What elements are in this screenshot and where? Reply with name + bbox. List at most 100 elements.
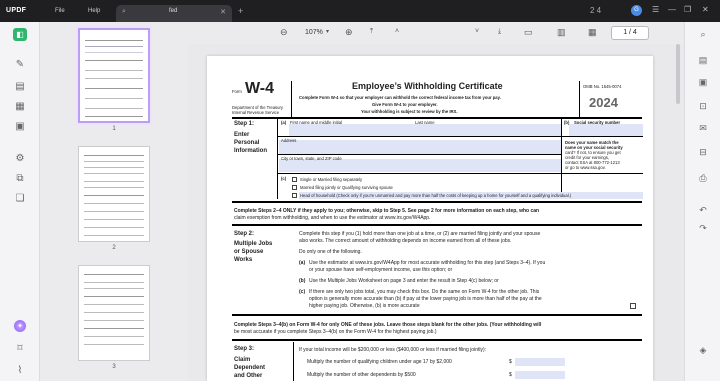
step2-option-a: or your spouse have self-employment inco… [309, 267, 453, 273]
page-icon[interactable]: ▣ [13, 120, 27, 133]
option-letter: (b) [299, 278, 306, 284]
minimize-icon[interactable]: — [668, 5, 676, 14]
ai-assistant-icon[interactable]: ✦ [14, 320, 26, 332]
step3-children-line: Multiply the number of qualifying childr… [307, 359, 452, 365]
step2-option-c: option is generally more accurate than (… [309, 296, 542, 302]
filing-single-label: Single or Married filing separately [300, 177, 363, 182]
last-name-field[interactable] [413, 124, 561, 136]
first-name-field[interactable] [289, 124, 413, 136]
head-of-household-checkbox[interactable] [292, 193, 297, 198]
children-amount-field[interactable] [515, 358, 565, 366]
ssn-field[interactable] [569, 124, 643, 136]
zoom-out-icon[interactable]: ⊖ [280, 27, 288, 38]
crop-icon[interactable]: ⧉ [13, 172, 27, 185]
step1-label: Step 1: [234, 121, 255, 127]
layers-icon[interactable]: ❏ [13, 192, 27, 205]
print-icon[interactable]: ⎙ [696, 172, 710, 185]
attachment-icon[interactable]: ⌇ [13, 364, 27, 377]
page-view-icon[interactable]: ▥ [557, 27, 566, 38]
bookmark-icon[interactable]: ⌑ [13, 342, 27, 355]
present-icon[interactable]: ▭ [524, 27, 533, 38]
option-letter: (c) [299, 289, 306, 295]
address-field[interactable] [279, 140, 561, 154]
zoom-level[interactable]: 107% [305, 29, 323, 36]
step2-option-a: Use the estimator at www.irs.gov/W4App f… [309, 260, 546, 266]
field-letter: (b) [564, 120, 570, 125]
two-jobs-checkbox[interactable] [630, 303, 636, 309]
option-letter: (a) [299, 260, 306, 266]
convert-icon[interactable]: ▤ [696, 54, 710, 67]
page-number-input[interactable]: 1 / 4 [611, 26, 649, 40]
chat-ai-icon[interactable]: ◈ [696, 344, 710, 357]
filing-married-label: Married filing jointly or Qualifying sur… [300, 185, 393, 190]
filing-hoh-label: Head of household (Check only if you’re … [300, 193, 572, 198]
next-page-icon[interactable]: ˅ [475, 28, 479, 35]
thumbnail-number: 2 [112, 245, 116, 251]
first-page-icon[interactable]: ⤒ [370, 28, 373, 36]
step2-option-c: higher paying job. Otherwise, (b) is mor… [309, 303, 420, 309]
step1-name: Enter [234, 132, 250, 138]
step3-dependents-line: Multiply the number of other dependents … [307, 372, 416, 378]
ocr-icon[interactable]: ▣ [696, 76, 710, 89]
page-thumbnail-2[interactable] [78, 146, 150, 242]
steps34-instruction: be most accurate if you complete Steps 3… [234, 329, 437, 335]
document-tab[interactable]: ⌕ fed ✕ [116, 5, 232, 22]
form-subtitle: Complete Form W-4 so that your employer … [299, 95, 501, 100]
field-letter: (a) [281, 120, 287, 125]
form-subtitle: Your withholding is subject to review by… [361, 109, 458, 114]
search-icon: ⌕ [122, 8, 126, 15]
zoom-in-icon[interactable]: ⊕ [345, 27, 353, 38]
first-name-label: First name and middle initial [290, 120, 343, 125]
home-icon[interactable]: ◧ [13, 28, 27, 41]
step3-text: If your total income will be $200,000 or… [299, 347, 487, 353]
document-page: Form W-4 Department of the Treasury Inte… [207, 56, 653, 381]
protect-icon[interactable]: ⊡ [696, 100, 710, 113]
form-icon[interactable]: ▦ [13, 100, 27, 113]
step2-name: or Spouse [234, 249, 264, 255]
tax-year: 2024 [589, 95, 618, 110]
tools-icon[interactable]: ⚙ [13, 152, 27, 165]
last-page-icon[interactable]: ⤓ [498, 28, 501, 36]
form-subtitle: Give Form W-4 to your employer. [372, 102, 438, 107]
zoom-dropdown-icon[interactable]: ▾ [326, 28, 329, 35]
field-letter: (c) [281, 176, 287, 181]
avatar[interactable]: G [631, 5, 642, 16]
step2-label: Step 2: [234, 231, 255, 237]
thumbnail-number: 1 [112, 126, 116, 132]
redo-icon[interactable]: ↷ [696, 222, 710, 235]
step3-name: Claim [234, 357, 251, 363]
city-label: City or town, state, and ZIP code [281, 156, 342, 161]
close-window-icon[interactable]: ✕ [702, 5, 709, 14]
step2-text: also works. The correct amount of withho… [299, 238, 512, 244]
new-tab-button[interactable]: + [238, 6, 243, 16]
undo-icon[interactable]: ↶ [696, 204, 710, 217]
married-checkbox[interactable] [292, 185, 297, 190]
form-label: Form [232, 89, 242, 94]
tab-title: fed [169, 8, 178, 14]
page-thumbnail-3[interactable] [78, 265, 150, 361]
search-icon[interactable]: ⌕ [696, 28, 710, 41]
menu-icon[interactable]: ☰ [652, 5, 659, 14]
menu-help[interactable]: Help [88, 8, 100, 14]
share-icon[interactable]: ✉ [696, 122, 710, 135]
menu-file[interactable]: File [55, 8, 65, 14]
previous-page-icon[interactable]: ˄ [395, 28, 399, 35]
edit-icon[interactable]: ▤ [13, 80, 27, 93]
step2-name: Works [234, 257, 253, 263]
app-logo: UPDF [6, 7, 27, 14]
right-toolbar: ⌕ ▤ ▣ ⊡ ✉ ⊟ ⎙ ↶ ↷ ◈ [684, 22, 720, 381]
save-icon[interactable]: ⊟ [696, 146, 710, 159]
comment-icon[interactable]: ✎ [13, 58, 27, 71]
page-toolbar: ⊖ 107% ▾ ⊕ ⤒ ˄ 1 / 4 ˅ ⤓ ▭ ▥ ▦ [188, 22, 684, 44]
close-tab-icon[interactable]: ✕ [220, 8, 226, 16]
ssn-note: or go to www.ssa.gov. [565, 165, 606, 170]
dependents-amount-field[interactable] [515, 371, 565, 379]
form-title: Employee’s Withholding Certificate [352, 81, 503, 91]
last-name-label: Last name [415, 120, 435, 125]
omb-number: OMB No. 1545-0074 [583, 84, 622, 89]
single-checkbox[interactable] [292, 177, 297, 182]
scrollbar[interactable] [676, 44, 680, 104]
page-thumbnail-1[interactable] [76, 26, 152, 125]
maximize-icon[interactable]: ❐ [684, 5, 691, 14]
layout-icon[interactable]: ▦ [588, 27, 597, 38]
